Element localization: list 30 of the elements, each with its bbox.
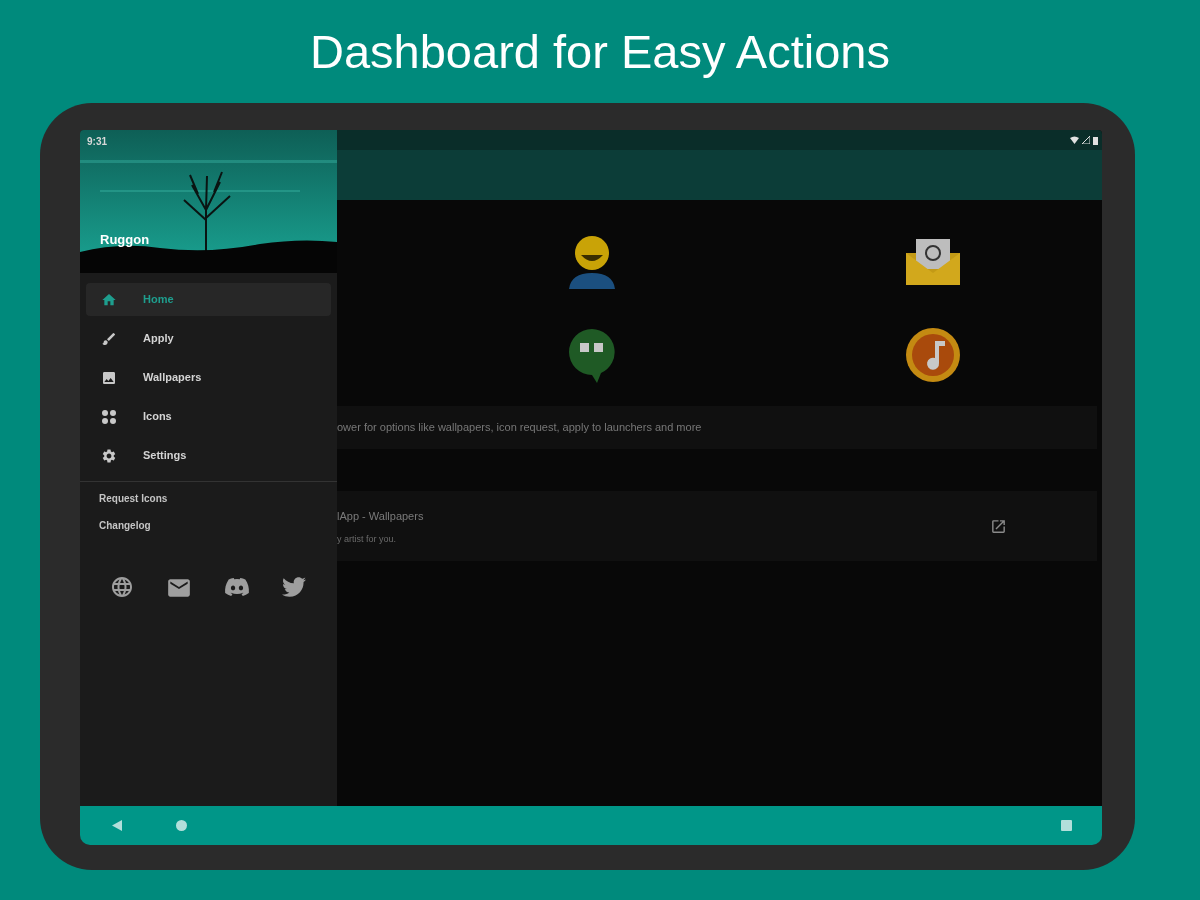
grid-icon [101,408,117,425]
wifi-icon [1070,136,1079,144]
brush-icon [101,330,117,347]
game-controller-icon[interactable] [224,575,251,599]
drawer-item[interactable]: Home [86,283,331,316]
battery-icon [1093,135,1098,145]
status-time: 9:31 [87,135,107,149]
drawer-item[interactable]: Wallpapers [86,361,331,394]
drawer-link[interactable]: Changelog [99,521,337,531]
image-icon [101,369,117,386]
home-button-icon[interactable] [176,820,187,831]
external-link-icon[interactable] [990,517,1007,535]
home-icon [101,291,117,308]
chat-bubble-icon[interactable] [566,327,617,383]
info-text: ower for options like wallpapers, icon request, apply to launchers and more [337,420,702,436]
music-note-icon[interactable] [904,327,961,383]
bird-icon[interactable] [281,575,308,599]
person-icon[interactable] [566,233,617,289]
drawer-item[interactable]: Settings [86,439,331,472]
back-icon[interactable] [112,820,122,831]
globe-icon[interactable] [109,575,134,599]
app-subtitle: y artist for you. [337,532,398,546]
app-title: lApp - Wallpapers [337,509,425,524]
drawer-item[interactable]: Icons [86,400,331,433]
signal-icon [1082,136,1090,144]
drawer-title: Ruggon [100,231,150,249]
settings-icon [101,447,117,464]
app-card[interactable]: lApp - Wallpapers y artist for you. [337,491,1097,561]
drawer-link[interactable]: Request Icons [99,494,337,504]
drawer-item[interactable]: Apply [86,322,331,355]
